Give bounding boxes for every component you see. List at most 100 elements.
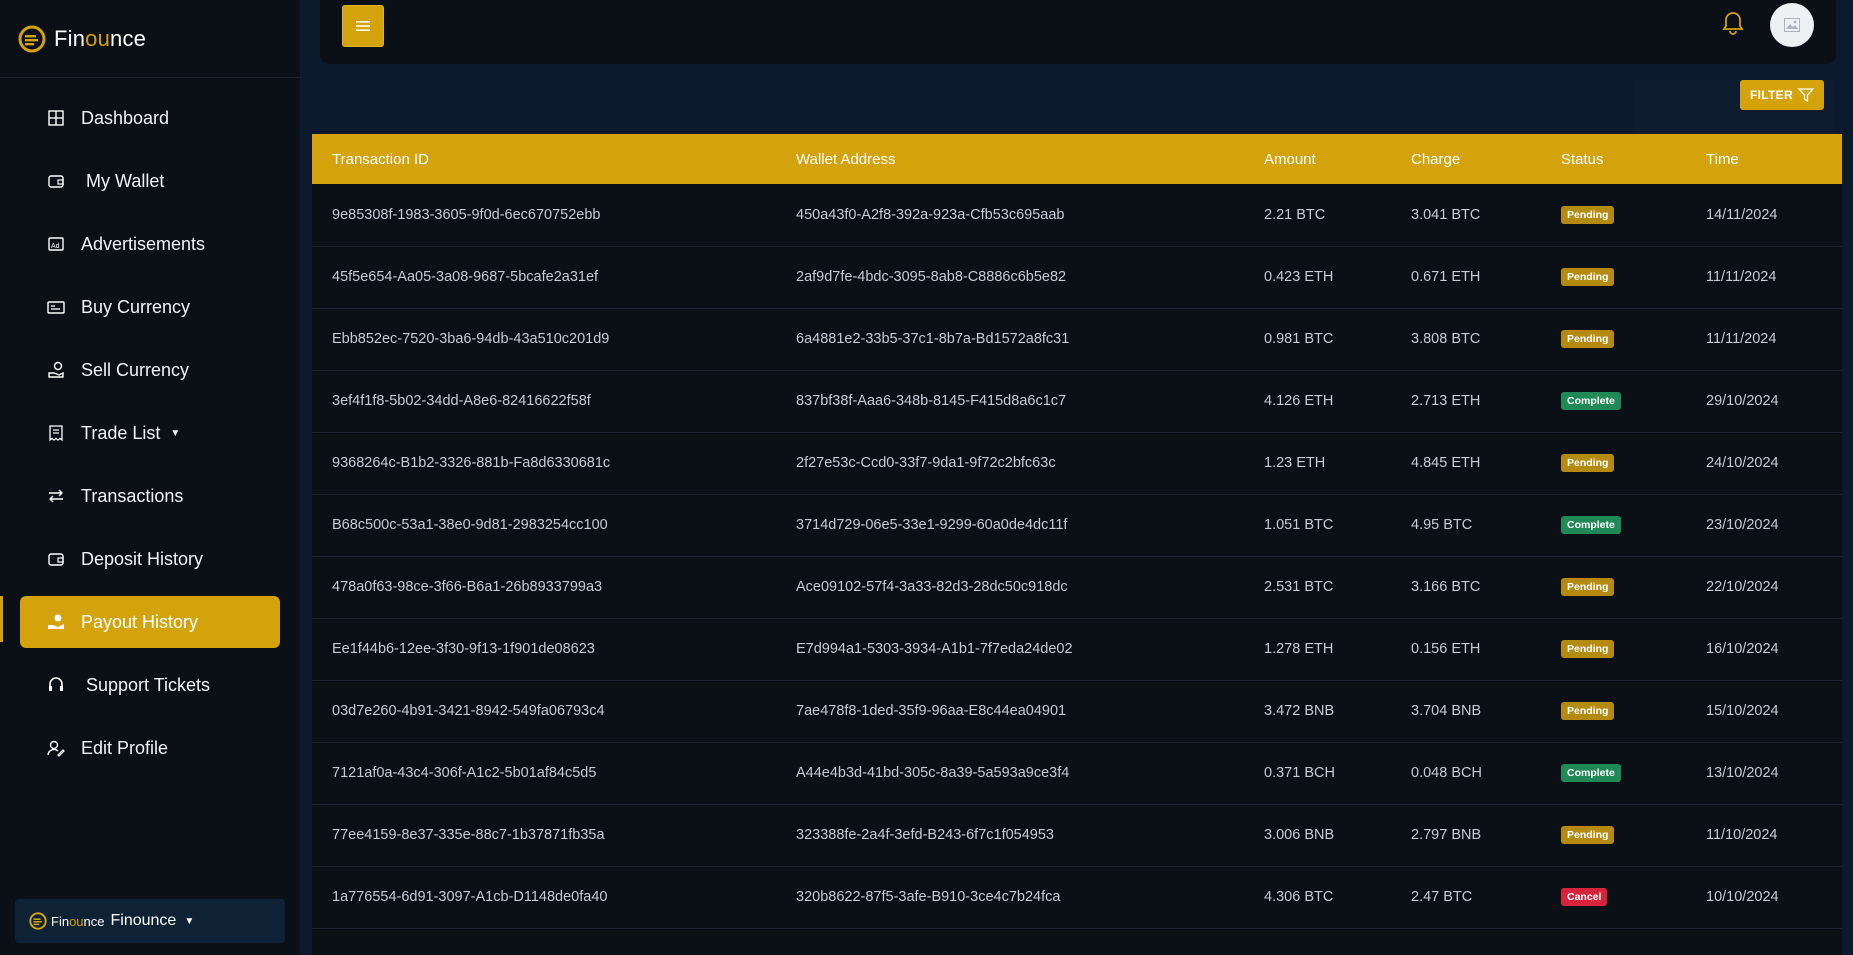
svg-text:Ad: Ad: [51, 243, 60, 250]
workspace-switcher[interactable]: Finounce Finounce ▼: [15, 899, 285, 943]
sidebar-item-label: Dashboard: [81, 107, 170, 128]
time-cell: 11/10/2024: [1706, 827, 1778, 843]
sidebar-item-sell-currency[interactable]: Sell Currency: [20, 344, 280, 396]
charge-cell: 2.47 BTC: [1411, 889, 1473, 905]
filter-button[interactable]: FILTER: [1740, 80, 1824, 110]
sidebar-item-label: Transactions: [81, 485, 184, 506]
status-badge: Pending: [1561, 268, 1615, 286]
topbar: [320, 0, 1836, 64]
charge-cell: 0.671 ETH: [1411, 269, 1481, 285]
table-row[interactable]: 03d7e260-4b91-3421-8942-549fa06793c4 7ae4…: [312, 680, 1842, 742]
amount-cell: 2.21 BTC: [1264, 206, 1326, 223]
status-badge: Complete: [1561, 764, 1621, 782]
sidebar-item-label: Sell Currency: [81, 359, 190, 380]
amount-cell: 1.278 ETH: [1264, 641, 1334, 657]
wallet-address-cell: E7d994a1-5303-3934-A1b1-7f7eda24de02: [796, 641, 1073, 657]
amount-cell: 3.006 BNB: [1264, 827, 1335, 843]
transaction-id-cell: 1a776554-6d91-3097-A1cb-D1148de0fa40: [332, 889, 608, 905]
status-cell: Pending: [1541, 680, 1686, 742]
sidebar-item-dashboard[interactable]: Dashboard: [20, 92, 280, 144]
wallet-address-cell: 3714d729-06e5-33e1-9299-60a0de4dc11f: [796, 517, 1068, 533]
time-cell: 29/10/2024: [1706, 393, 1779, 409]
charge-cell: 2.713 ETH: [1411, 393, 1481, 409]
payout-icon: [46, 612, 66, 632]
wallet-address-cell: 7ae478f8-1ded-35f9-96aa-E8c44ea04901: [796, 703, 1067, 719]
column-header[interactable]: Status: [1541, 134, 1686, 184]
charge-cell: 4.845 ETH: [1411, 455, 1481, 471]
table-row[interactable]: Ebb852ec-7520-3ba6-94db-43a510c201d9 6a48…: [312, 308, 1842, 370]
sidebar-item-deposit-history[interactable]: Deposit History: [20, 533, 280, 585]
column-header[interactable]: Wallet Address: [776, 134, 1244, 184]
grid-icon: [46, 108, 66, 128]
status-badge: Pending: [1561, 578, 1615, 596]
time-cell: 10/10/2024: [1706, 889, 1779, 905]
bell-icon[interactable]: [1720, 10, 1746, 36]
table-row[interactable]: 77ee4159-8e37-335e-88c7-1b37871fb35a 3233…: [312, 804, 1842, 866]
menu-toggle-button[interactable]: [342, 5, 384, 47]
status-cell: Pending: [1541, 184, 1686, 246]
table-row[interactable]: 1a776554-6d91-3097-A1cb-D1148de0fa40 320b…: [312, 866, 1842, 928]
wallet-address-cell: A44e4b3d-41bd-305c-8a39-5a593a9ce3f4: [796, 765, 1070, 781]
transaction-id-cell: 9e85308f-1983-3605-9f0d-6ec670752ebb: [332, 206, 601, 223]
chevron-down-icon: ▼: [184, 915, 195, 927]
status-badge: Pending: [1561, 702, 1615, 720]
filter-icon: [1797, 88, 1814, 102]
logo-icon: [29, 912, 47, 930]
transfer-icon: [46, 486, 66, 506]
status-cell: Cancel: [1541, 866, 1686, 928]
table-row[interactable]: 9e85308f-1983-3605-9f0d-6ec670752ebb 450a…: [312, 184, 1842, 246]
wallet-icon: [46, 549, 66, 569]
table-row[interactable]: 9368264c-B1b2-3326-881b-Fa8d6330681c 2f27…: [312, 432, 1842, 494]
wallet-address-cell: 323388fe-2a4f-3efd-B243-6f7c1f054953: [796, 827, 1054, 843]
sidebar-item-payout-history[interactable]: Payout History: [20, 596, 280, 648]
time-cell: 16/10/2024: [1706, 641, 1779, 657]
column-header[interactable]: Charge: [1391, 134, 1541, 184]
filter-button-label: FILTER: [1750, 88, 1793, 102]
workspace-logo-text: Finounce: [51, 913, 105, 929]
status-badge: Pending: [1561, 454, 1615, 472]
column-header[interactable]: Transaction ID: [312, 134, 776, 184]
status-cell: Pending: [1541, 308, 1686, 370]
table-row[interactable]: 45f5e654-Aa05-3a08-9687-5bcafe2a31ef 2af9…: [312, 246, 1842, 308]
sidebar-item-my-wallet[interactable]: My Wallet: [20, 155, 280, 207]
table-row[interactable]: 478a0f63-98ce-3f66-B6a1-26b8933799a3 Ace0…: [312, 556, 1842, 618]
brand-name: Finounce: [54, 25, 147, 51]
charge-cell: 3.808 BTC: [1411, 331, 1481, 347]
amount-cell: 4.306 BTC: [1264, 889, 1334, 905]
table-row[interactable]: Ee1f44b6-12ee-3f30-9f13-1f901de08623 E7d9…: [312, 618, 1842, 680]
card-icon: [46, 297, 66, 317]
status-badge: Pending: [1561, 205, 1615, 224]
sidebar-item-transactions[interactable]: Transactions: [20, 470, 280, 522]
status-cell: Complete: [1541, 494, 1686, 556]
transaction-id-cell: 03d7e260-4b91-3421-8942-549fa06793c4: [332, 703, 605, 719]
headset-icon: [46, 675, 66, 695]
table-body: 9e85308f-1983-3605-9f0d-6ec670752ebb 450a…: [312, 184, 1842, 928]
charge-cell: 4.95 BTC: [1411, 517, 1473, 533]
wallet-address-cell: 320b8622-87f5-3afe-B910-3ce4c7b24fca: [796, 889, 1061, 905]
payout-table: Transaction ID Wallet Address Amount Cha…: [312, 134, 1842, 955]
charge-cell: 0.156 ETH: [1411, 641, 1481, 657]
sidebar-nav: Dashboard My Wallet Ad Advertisements Bu…: [0, 78, 300, 774]
status-badge: Complete: [1561, 392, 1621, 410]
sidebar-item-advertisements[interactable]: Ad Advertisements: [20, 218, 280, 270]
time-cell: 13/10/2024: [1706, 765, 1779, 781]
avatar[interactable]: [1770, 3, 1814, 47]
table-header-row: Transaction ID Wallet Address Amount Cha…: [312, 134, 1842, 184]
brand[interactable]: Finounce: [0, 0, 300, 78]
sidebar-item-trade-list[interactable]: Trade List ▼: [20, 407, 280, 459]
transaction-id-cell: 7121af0a-43c4-306f-A1c2-5b01af84c5d5: [332, 765, 597, 781]
sidebar-item-edit-profile[interactable]: Edit Profile: [20, 722, 280, 774]
sidebar-item-buy-currency[interactable]: Buy Currency: [20, 281, 280, 333]
sidebar-item-label: Support Tickets: [86, 674, 211, 695]
table-row[interactable]: B68c500c-53a1-38e0-9d81-2983254cc100 3714…: [312, 494, 1842, 556]
hamburger-icon: [356, 21, 370, 31]
ad-icon: Ad: [46, 234, 66, 254]
column-header[interactable]: Time: [1686, 134, 1842, 184]
time-cell: 15/10/2024: [1706, 703, 1779, 719]
table-row[interactable]: 3ef4f1f8-5b02-34dd-A8e6-82416622f58f 837b…: [312, 370, 1842, 432]
status-badge: Cancel: [1561, 888, 1608, 906]
transaction-id-cell: 77ee4159-8e37-335e-88c7-1b37871fb35a: [332, 827, 605, 843]
table-row[interactable]: 7121af0a-43c4-306f-A1c2-5b01af84c5d5 A44e…: [312, 742, 1842, 804]
column-header[interactable]: Amount: [1244, 134, 1391, 184]
sidebar-item-support-tickets[interactable]: Support Tickets: [20, 659, 280, 711]
